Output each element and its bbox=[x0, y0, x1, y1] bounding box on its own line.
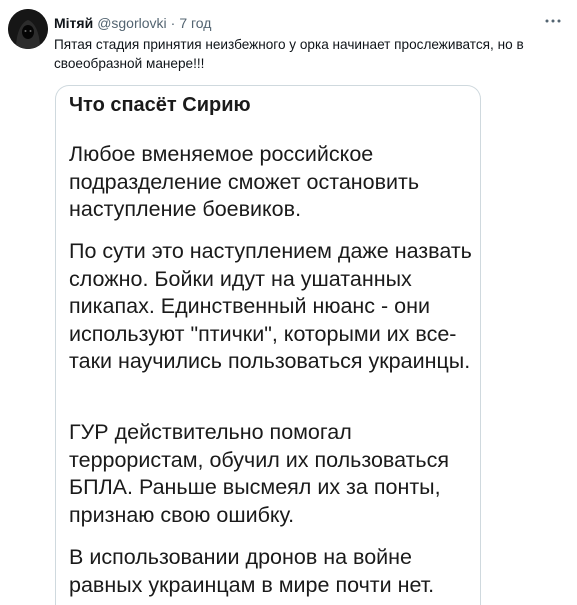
tweet-timestamp[interactable]: 7 год bbox=[179, 15, 211, 31]
separator-dot: · bbox=[170, 15, 176, 31]
screenshot-paragraph: ГУР действительно помогал террористам, о… bbox=[69, 420, 450, 527]
screenshot-paragraph: По сути это наступлением даже назвать сл… bbox=[69, 239, 472, 373]
hooded-figure-icon bbox=[8, 9, 48, 49]
screenshot-paragraph: В использовании дронов на войне равных у… bbox=[69, 545, 435, 597]
more-icon bbox=[545, 19, 561, 23]
tweet: Мітяй @sgorlovki · 7 год Пятая стадия пр… bbox=[0, 0, 577, 605]
tweet-header: Мітяй @sgorlovki · 7 год bbox=[54, 13, 211, 33]
author-handle[interactable]: @sgorlovki bbox=[97, 15, 166, 31]
avatar[interactable] bbox=[8, 9, 48, 49]
author-name[interactable]: Мітяй bbox=[54, 15, 93, 31]
screenshot-title: Что спасёт Сирию bbox=[69, 94, 251, 116]
screenshot-paragraph: Любое вменяемое российское подразделение… bbox=[69, 142, 420, 221]
more-button[interactable] bbox=[543, 11, 563, 31]
tweet-text: Пятая стадия принятия неизбежного у орка… bbox=[54, 37, 524, 71]
tweet-media-image[interactable]: Что спасёт Сирию Любое вменяемое российс… bbox=[55, 85, 481, 605]
